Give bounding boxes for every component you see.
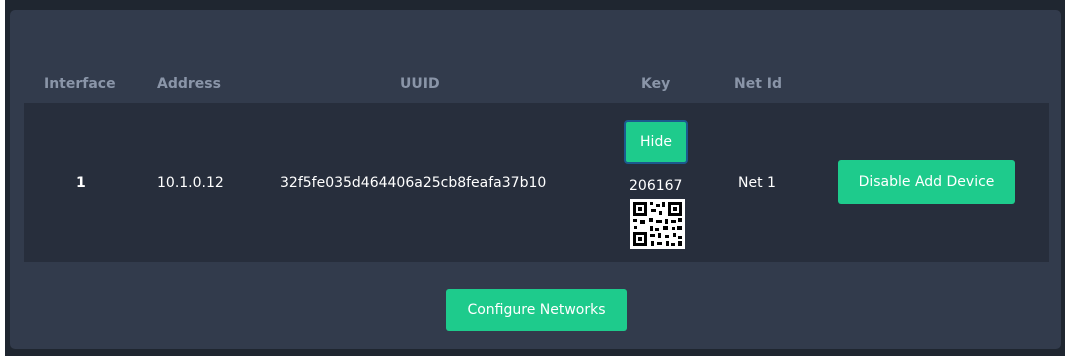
- configure-networks-button[interactable]: Configure Networks: [446, 289, 627, 331]
- cell-uuid: 32f5fe035d464406a25cb8feafa37b10: [280, 175, 547, 191]
- hide-key-button[interactable]: Hide: [624, 120, 688, 164]
- header-net-id: Net Id: [734, 76, 783, 92]
- header-address: Address: [157, 76, 221, 92]
- page-edge: [0, 0, 5, 356]
- disable-add-device-button[interactable]: Disable Add Device: [838, 160, 1015, 204]
- qr-code-icon: [630, 199, 685, 249]
- cell-net-id: Net 1: [738, 175, 776, 191]
- table-header: Interface Address UUID Key Net Id: [24, 66, 1049, 102]
- header-key: Key: [641, 76, 671, 92]
- header-uuid: UUID: [400, 76, 440, 92]
- cell-key: 206167: [629, 178, 683, 194]
- device-panel: Interface Address UUID Key Net Id 1 10.1…: [10, 10, 1061, 349]
- header-interface: Interface: [44, 76, 116, 92]
- table-row: 1 10.1.0.12 32f5fe035d464406a25cb8feafa3…: [24, 103, 1049, 262]
- cell-interface: 1: [76, 175, 86, 191]
- cell-address: 10.1.0.12: [157, 175, 224, 191]
